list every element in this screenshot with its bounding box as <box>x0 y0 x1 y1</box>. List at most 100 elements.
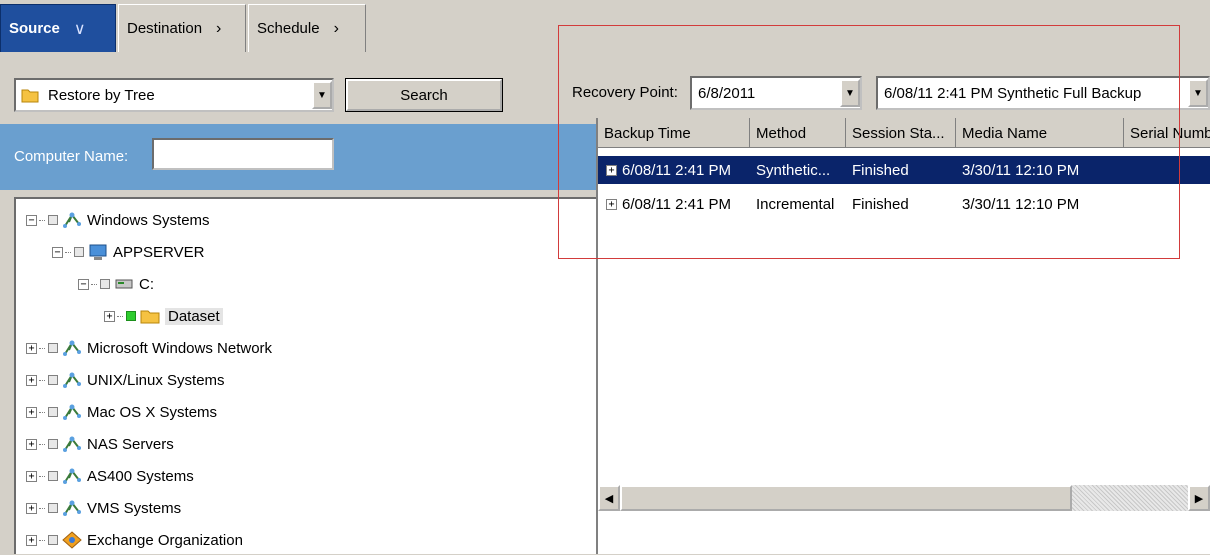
cell-method: Synthetic... <box>756 161 831 179</box>
recovery-session-select[interactable]: 6/08/11 2:41 PM Synthetic Full Backup ▼ <box>876 76 1210 110</box>
scroll-thumb[interactable] <box>620 485 1072 511</box>
checkbox[interactable] <box>48 407 58 417</box>
column-header-serial-number[interactable]: Serial Numb <box>1124 118 1210 148</box>
network-icon <box>62 499 82 517</box>
checkbox[interactable] <box>48 215 58 225</box>
recovery-session-value: 6/08/11 2:41 PM Synthetic Full Backup <box>884 84 1142 102</box>
restore-method-select[interactable]: Restore by Tree ▼ <box>14 78 334 112</box>
restore-method-value: Restore by Tree <box>48 86 155 104</box>
tree-node-label: UNIX/Linux Systems <box>87 371 225 389</box>
checkbox[interactable] <box>48 343 58 353</box>
network-icon <box>62 371 82 389</box>
tree-node-nas-servers[interactable]: + NAS Servers <box>26 429 174 459</box>
cell-serial-number <box>1124 156 1210 184</box>
checkbox-checked[interactable] <box>126 311 136 321</box>
network-icon <box>62 435 82 453</box>
checkbox[interactable] <box>48 471 58 481</box>
checkbox[interactable] <box>48 535 58 545</box>
tree-node-label: NAS Servers <box>87 435 174 453</box>
expand-icon[interactable]: + <box>26 502 37 514</box>
tab-source[interactable]: Source ∨ <box>0 4 116 52</box>
tree-node-label: Mac OS X Systems <box>87 403 218 421</box>
dropdown-arrow-icon[interactable]: ▼ <box>840 79 860 107</box>
chevron-down-icon: ∨ <box>73 20 86 38</box>
tree-node-label: AS400 Systems <box>87 467 194 485</box>
column-header-media-name[interactable]: Media Name <box>956 118 1124 148</box>
scroll-track[interactable] <box>1072 485 1188 511</box>
collapse-icon[interactable]: − <box>78 278 89 290</box>
horizontal-scrollbar[interactable]: ◀ ▶ <box>598 485 1210 511</box>
tree-node-label: VMS Systems <box>87 499 182 517</box>
tree-node-label: Windows Systems <box>87 211 210 229</box>
collapse-icon[interactable]: − <box>52 246 63 258</box>
tree-node-microsoft-windows-network[interactable]: + Microsoft Windows Network <box>26 333 272 363</box>
table-row[interactable]: + 6/08/11 2:41 PM Synthetic... Finished … <box>598 156 1210 184</box>
expand-icon[interactable]: + <box>26 438 37 450</box>
grid-header: Backup Time Method Session Sta... Media … <box>598 118 1210 148</box>
scroll-right-icon[interactable]: ▶ <box>1188 485 1210 511</box>
recovery-point-label: Recovery Point: <box>572 84 678 101</box>
search-button-label: Search <box>400 86 448 104</box>
network-icon <box>62 211 82 229</box>
tree-node-windows-systems[interactable]: − Windows Systems <box>26 205 210 235</box>
tree-node-as400[interactable]: + AS400 Systems <box>26 461 194 491</box>
tab-bar: Source ∨ Destination › Schedule › <box>0 0 560 52</box>
cell-method: Incremental <box>756 195 835 213</box>
network-icon <box>62 403 82 421</box>
checkbox[interactable] <box>100 279 110 289</box>
cell-media-name: 3/30/11 12:10 PM <box>962 195 1080 213</box>
checkbox[interactable] <box>48 439 58 449</box>
expand-icon[interactable]: + <box>26 534 37 546</box>
tree-node-dataset[interactable]: + Dataset <box>104 301 223 331</box>
network-icon <box>62 467 82 485</box>
cell-session-status: Finished <box>852 161 909 179</box>
tree-node-drive-c[interactable]: − C: <box>78 269 154 299</box>
chevron-right-icon: › <box>216 19 222 37</box>
exchange-icon <box>62 531 82 549</box>
expand-icon[interactable]: + <box>26 406 37 418</box>
chevron-right-icon: › <box>333 19 339 37</box>
column-header-session-status[interactable]: Session Sta... <box>846 118 956 148</box>
expand-icon[interactable]: + <box>606 198 617 210</box>
tree-node-label: C: <box>139 275 154 293</box>
checkbox[interactable] <box>74 247 84 257</box>
tree-node-label: APPSERVER <box>113 243 205 261</box>
tree-node-mac-os-x[interactable]: + Mac OS X Systems <box>26 397 217 427</box>
dropdown-arrow-icon[interactable]: ▼ <box>1188 79 1208 107</box>
recovery-date-select[interactable]: 6/8/2011 ▼ <box>690 76 862 110</box>
expand-icon[interactable]: + <box>104 310 115 322</box>
tree-node-exchange[interactable]: + Exchange Organization <box>26 525 243 555</box>
column-header-backup-time[interactable]: Backup Time <box>598 118 750 148</box>
computer-name-input[interactable] <box>152 138 334 170</box>
computer-name-label: Computer Name: <box>14 148 129 165</box>
expand-icon[interactable]: + <box>606 164 617 176</box>
tree-node-vms[interactable]: + VMS Systems <box>26 493 181 523</box>
cell-backup-time: 6/08/11 2:41 PM <box>622 161 731 179</box>
search-button[interactable]: Search <box>345 78 503 112</box>
network-icon <box>62 339 82 357</box>
tab-destination[interactable]: Destination › <box>118 4 246 52</box>
column-header-method[interactable]: Method <box>750 118 846 148</box>
folder-icon <box>140 307 160 325</box>
expand-icon[interactable]: + <box>26 470 37 482</box>
expand-icon[interactable]: + <box>26 342 37 354</box>
tree-node-label: Exchange Organization <box>87 531 243 549</box>
tree-node-label: Microsoft Windows Network <box>87 339 273 357</box>
table-row[interactable]: + 6/08/11 2:41 PM Incremental Finished 3… <box>598 190 1210 218</box>
dropdown-arrow-icon[interactable]: ▼ <box>312 81 332 109</box>
session-grid: Backup Time Method Session Sta... Media … <box>596 118 1210 554</box>
checkbox[interactable] <box>48 503 58 513</box>
cell-media-name: 3/30/11 12:10 PM <box>962 161 1080 179</box>
cell-session-status: Finished <box>852 195 909 213</box>
scroll-left-icon[interactable]: ◀ <box>598 485 620 511</box>
collapse-icon[interactable]: − <box>26 214 37 226</box>
tab-schedule[interactable]: Schedule › <box>248 4 366 52</box>
checkbox[interactable] <box>48 375 58 385</box>
tab-source-label: Source <box>9 20 60 37</box>
computer-icon <box>88 243 108 261</box>
tree-node-unix-linux[interactable]: + UNIX/Linux Systems <box>26 365 225 395</box>
expand-icon[interactable]: + <box>26 374 37 386</box>
tree-node-label: Dataset <box>165 307 223 325</box>
tree-node-appserver[interactable]: − APPSERVER <box>52 237 204 267</box>
folder-icon <box>20 86 40 104</box>
